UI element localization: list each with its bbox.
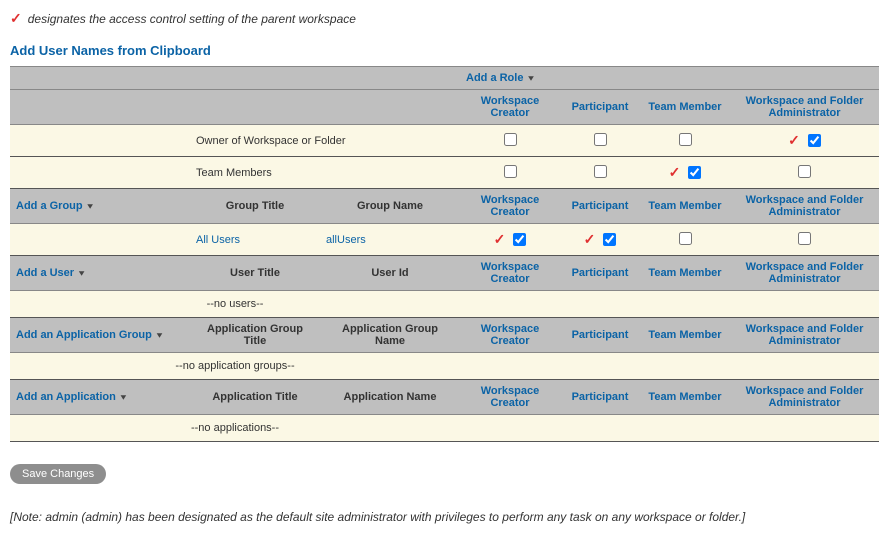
add-appgroup-link[interactable]: Add an Application Group ▾ <box>16 329 162 341</box>
filter-icon: ▾ <box>88 202 93 211</box>
group-name-link[interactable]: allUsers <box>326 234 366 246</box>
role-checkbox[interactable] <box>798 232 811 245</box>
role-col-team-member[interactable]: Team Member <box>640 90 730 125</box>
group-col-title: Group Title <box>190 189 320 224</box>
app-empty-row: --no applications-- <box>10 415 879 442</box>
role-checkbox[interactable] <box>798 165 811 178</box>
check-icon: ✓ <box>10 10 22 27</box>
app-col-name: Application Name <box>320 380 460 415</box>
role-checkbox[interactable] <box>504 165 517 178</box>
builtin-row: Team Members ✓ <box>10 157 879 189</box>
check-icon: ✓ <box>788 132 800 149</box>
group-title-link[interactable]: All Users <box>196 234 240 246</box>
role-col-workspace-creator[interactable]: Workspace Creator <box>460 90 560 125</box>
group-row: All Users allUsers ✓ ✓ <box>10 224 879 256</box>
row-title: Owner of Workspace or Folder <box>190 125 460 157</box>
add-role-link[interactable]: Add a Role ▾ <box>466 72 534 84</box>
role-checkbox[interactable] <box>594 133 607 146</box>
add-usernames-clipboard-link[interactable]: Add User Names from Clipboard <box>10 43 879 58</box>
check-icon: ✓ <box>669 164 681 181</box>
role-col-wfa[interactable]: Workspace and Folder Administrator <box>730 90 879 125</box>
user-col-title: User Title <box>190 256 320 291</box>
filter-icon: ▾ <box>79 269 84 278</box>
legend-text: designates the access control setting of… <box>28 12 356 26</box>
appgroup-col-title: Application Group Title <box>190 318 320 353</box>
appgroup-col-name: Application Group Name <box>320 318 460 353</box>
add-user-link[interactable]: Add a User ▾ <box>16 267 84 279</box>
check-icon: ✓ <box>584 231 596 248</box>
add-application-link[interactable]: Add an Application ▾ <box>16 391 126 403</box>
user-empty-row: --no users-- <box>10 291 879 318</box>
filter-icon: ▾ <box>121 393 126 402</box>
app-col-title: Application Title <box>190 380 320 415</box>
group-col-name: Group Name <box>320 189 460 224</box>
filter-icon: ▾ <box>529 74 534 83</box>
role-checkbox[interactable] <box>504 133 517 146</box>
user-col-id: User Id <box>320 256 460 291</box>
role-col-participant[interactable]: Participant <box>560 90 640 125</box>
builtin-row: Owner of Workspace or Folder ✓ <box>10 125 879 157</box>
appgroup-empty-row: --no application groups-- <box>10 353 879 380</box>
role-checkbox[interactable] <box>603 233 616 246</box>
legend-row: ✓ designates the access control setting … <box>10 10 879 27</box>
role-checkbox[interactable] <box>679 232 692 245</box>
role-checkbox[interactable] <box>808 134 821 147</box>
add-group-link[interactable]: Add a Group ▾ <box>16 200 93 212</box>
role-checkbox[interactable] <box>679 133 692 146</box>
check-icon: ✓ <box>494 231 506 248</box>
role-checkbox[interactable] <box>594 165 607 178</box>
role-checkbox[interactable] <box>513 233 526 246</box>
role-checkbox[interactable] <box>688 166 701 179</box>
save-changes-button[interactable]: Save Changes <box>10 464 106 484</box>
footnote-text: [Note: admin (admin) has been designated… <box>10 510 879 524</box>
row-title: Team Members <box>190 157 460 189</box>
filter-icon: ▾ <box>157 331 162 340</box>
access-control-table: Add a Role ▾ Workspace Creator Participa… <box>10 66 879 442</box>
